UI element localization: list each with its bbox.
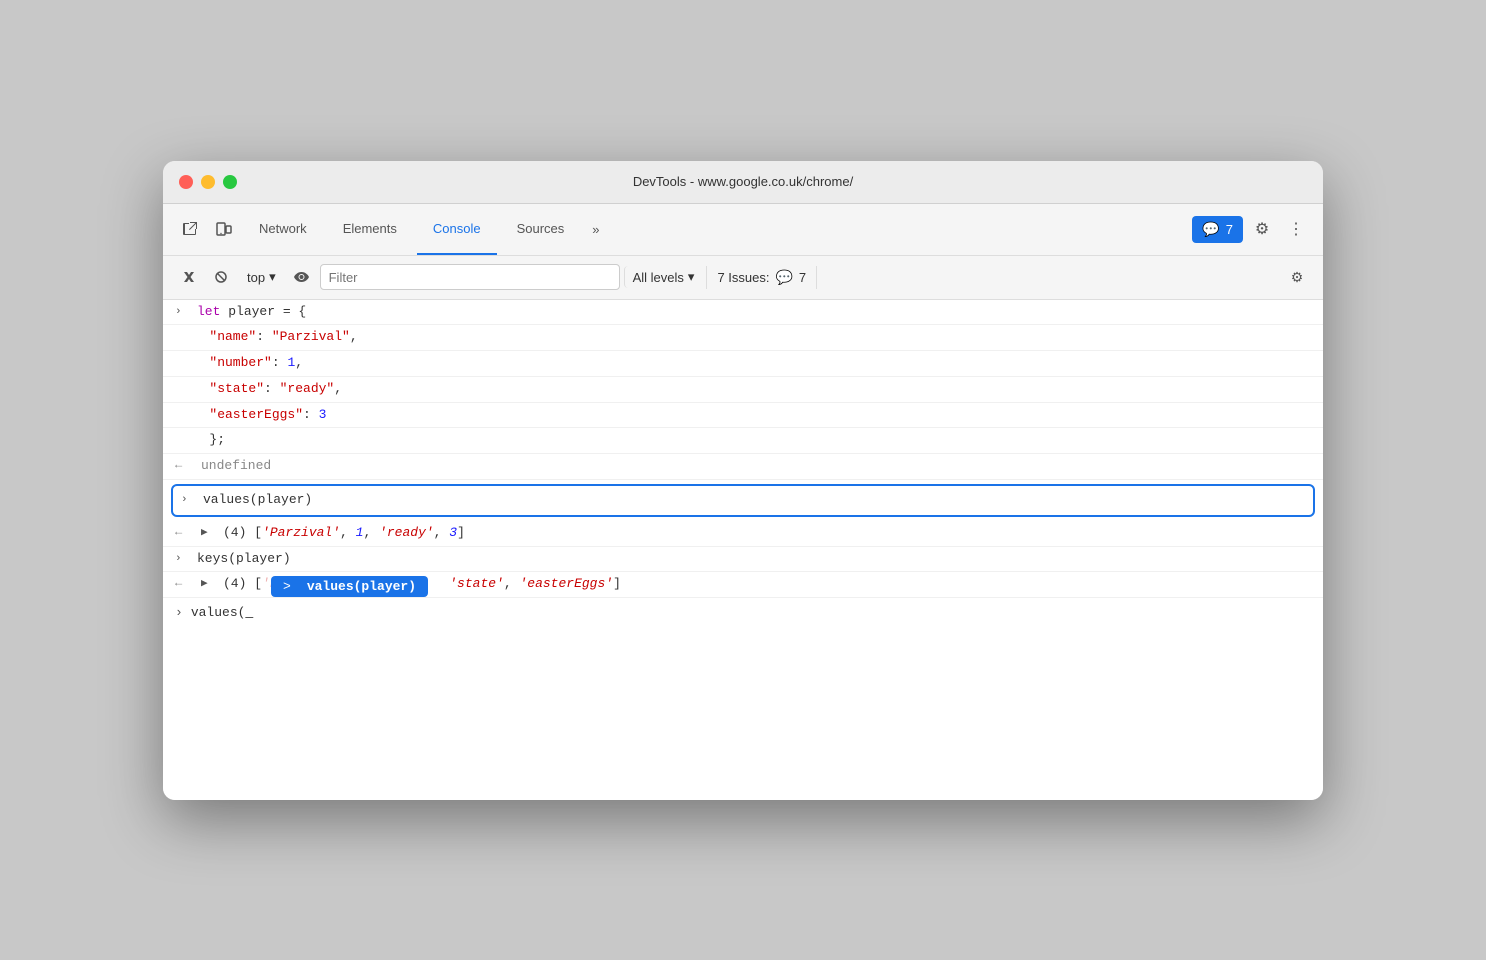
console-output-line: ← ▶ (4) ['Parzival', 1, 'ready', 3] <box>163 521 1323 547</box>
window-title: DevTools - www.google.co.uk/chrome/ <box>633 174 853 189</box>
console-line: "number": 1, <box>163 351 1323 377</box>
traffic-lights <box>179 175 237 189</box>
expand-arrow[interactable]: › <box>181 490 195 510</box>
output-marker: ← <box>175 574 193 593</box>
autocomplete-suggestion: values(player) <box>307 579 416 594</box>
filter-input[interactable] <box>320 264 620 290</box>
close-button[interactable] <box>179 175 193 189</box>
console-input-line: › keys(player) <box>163 547 1323 573</box>
expand-arrow[interactable]: › <box>175 302 189 322</box>
devtools-window: DevTools - www.google.co.uk/chrome/ Netw… <box>163 161 1323 800</box>
expand-arrow[interactable]: ▶ <box>201 523 215 543</box>
context-selector[interactable]: top ▾ <box>239 266 284 288</box>
input-arrow: › <box>175 549 189 569</box>
device-toolbar-button[interactable] <box>209 214 239 244</box>
output-marker: ← <box>175 456 193 475</box>
tab-more-button[interactable]: » <box>584 203 607 255</box>
autocomplete-prompt: > <box>283 579 291 594</box>
console-toolbar: top ▾ All levels ▾ 7 Issues: 💬 7 ⚙ <box>163 256 1323 300</box>
minimize-button[interactable] <box>201 175 215 189</box>
no-arrow <box>175 327 201 347</box>
expand-arrow[interactable]: ▶ <box>201 574 215 594</box>
log-levels-selector[interactable]: All levels ▾ <box>624 266 703 288</box>
issues-tab-badge[interactable]: 💬 7 <box>1192 216 1243 243</box>
clear-console-button[interactable] <box>175 263 203 291</box>
title-bar: DevTools - www.google.co.uk/chrome/ <box>163 161 1323 204</box>
issues-badge-icon: 💬 <box>1202 221 1219 238</box>
no-arrow <box>175 353 201 373</box>
no-arrow <box>175 379 201 399</box>
input-prompt: › <box>175 605 183 620</box>
context-dropdown-icon: ▾ <box>269 269 276 285</box>
autocomplete-container: ← ▶ (4) ['name' 'state', 'easterEggs'] >… <box>163 572 1323 598</box>
devtools-settings-button[interactable]: ⚙ <box>1247 214 1277 244</box>
console-highlighted-line: › values(player) <box>171 484 1315 517</box>
console-line: › let player = { <box>163 300 1323 326</box>
console-output-line: ← undefined <box>163 454 1323 480</box>
console-line: }; <box>163 428 1323 454</box>
maximize-button[interactable] <box>223 175 237 189</box>
tabs-bar: Network Elements Console Sources » 💬 7 ⚙… <box>163 204 1323 256</box>
autocomplete-dropdown[interactable]: > values(player) <box>263 574 436 599</box>
console-line: "state": "ready", <box>163 377 1323 403</box>
input-text: values(_ <box>191 605 253 620</box>
no-arrow <box>175 405 201 425</box>
console-output: › let player = { "name": "Parzival", "nu… <box>163 300 1323 800</box>
output-marker: ← <box>175 523 193 542</box>
issues-count-badge[interactable]: 7 Issues: 💬 7 <box>706 266 817 289</box>
tab-elements[interactable]: Elements <box>327 203 413 255</box>
no-arrow <box>175 430 201 450</box>
tab-network[interactable]: Network <box>243 203 323 255</box>
tab-sources[interactable]: Sources <box>501 203 581 255</box>
console-line: "name": "Parzival", <box>163 325 1323 351</box>
devtools-more-button[interactable]: ⋮ <box>1281 214 1311 244</box>
inspect-element-button[interactable] <box>175 214 205 244</box>
block-button[interactable] <box>207 263 235 291</box>
console-settings-button[interactable]: ⚙ <box>1283 263 1311 291</box>
levels-dropdown-icon: ▾ <box>688 269 695 285</box>
issues-chat-icon: 💬 <box>775 269 792 286</box>
console-line: "easterEggs": 3 <box>163 403 1323 429</box>
tab-console[interactable]: Console <box>417 203 497 255</box>
eye-button[interactable] <box>288 263 316 291</box>
console-current-input[interactable]: › values(_ <box>163 598 1323 626</box>
